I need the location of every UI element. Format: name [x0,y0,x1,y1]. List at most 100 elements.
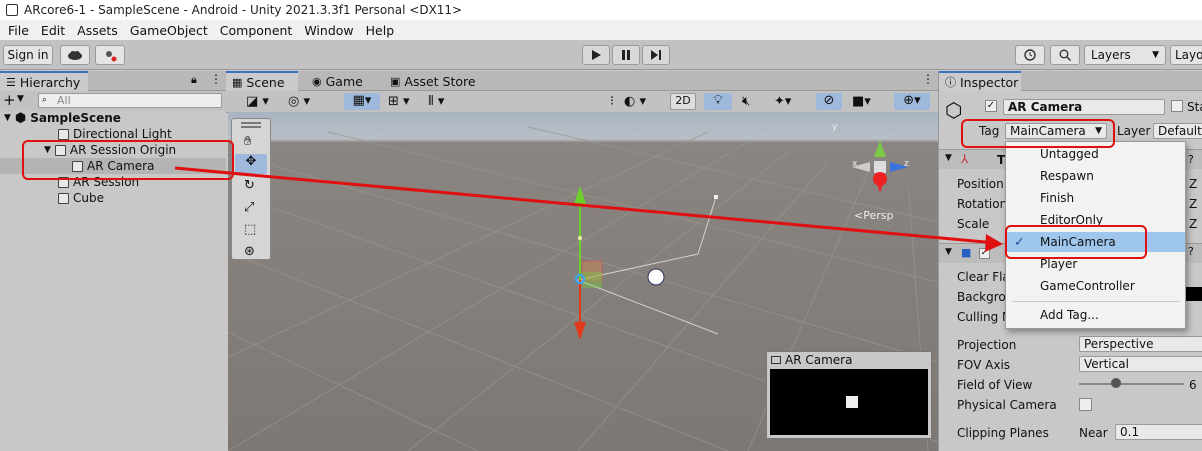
menu-help[interactable]: Help [360,23,401,38]
position-label: Position [957,177,1004,191]
rotate-tool-icon[interactable]: ↻ [244,178,255,193]
add-icon[interactable]: + [3,91,16,109]
active-checkbox[interactable]: ✓ [985,100,997,112]
add-tag-option[interactable]: Add Tag... [1006,305,1185,325]
collab-icon [106,51,117,62]
camera-preview: AR Camera [766,351,932,439]
rotation-label: Rotation [957,197,1008,211]
lighting-icon[interactable]: 💡︎ [704,93,732,110]
shading-mode-icon[interactable]: ◐ ▾ [624,94,646,109]
main-toolbar: Sign in Layers ▼ Layo [0,40,1202,70]
hierarchy-panel: ☰ Hierarchy 🔒︎ ⋮ + ▼ All ⌕ ▼ ⬢ SampleSce… [0,71,226,451]
gameobject-cube-icon [58,192,69,204]
window-title: ARcore6-1 - SampleScene - Android - Unit… [24,3,463,17]
render-mode-icon[interactable]: ◎ ▾ [288,94,310,109]
layout-dropdown[interactable]: Layo [1170,45,1202,65]
tab-scene[interactable]: ▦ Scene [226,71,298,91]
projection-dropdown[interactable]: Perspective [1079,336,1202,352]
play-button[interactable] [582,45,610,65]
camera-settings-icon[interactable]: ■▾ [852,94,871,109]
tab-hierarchy[interactable]: ☰ Hierarchy [0,71,88,91]
snap-settings-icon[interactable]: ⦀ ▾ [428,94,444,109]
search-button[interactable] [1050,45,1080,65]
effects-icon[interactable]: ✦▾ [774,94,791,109]
position-z-label: Z [1189,177,1198,191]
menu-window[interactable]: Window [298,23,359,38]
lock-icon[interactable]: 🔒︎ [191,73,197,87]
scale-z-label: Z [1189,217,1198,231]
hierarchy-search-input[interactable]: All [38,93,222,108]
step-button[interactable] [642,45,670,65]
annotation-box-hierarchy [22,140,234,180]
snap-increment-icon[interactable]: ⊞ ▾ [388,94,410,109]
menu-gameobject[interactable]: GameObject [124,23,214,38]
layer-label: Layer [1117,124,1151,138]
layers-label: Layers [1091,48,1131,62]
scene-toolbar: ◪ ▾ ◎ ▾ ▦▾ ⊞ ▾ ⦀ ▾ ⁝ ◐ ▾ 2D 💡︎ 🔇︎ ✦▾ ⊘ ■… [226,91,938,113]
tag-option-finish[interactable]: Finish [1006,188,1185,208]
pause-button[interactable] [612,45,640,65]
list-icon: ☰ [6,75,16,89]
layers-dropdown[interactable]: Layers ▼ [1084,45,1166,65]
rect-tool-icon[interactable]: ⬚ [244,222,256,237]
pin-icon[interactable]: ⁝ [610,94,614,109]
inspector-tabstrip: ⓘ Inspector [939,71,1202,91]
menu-component[interactable]: Component [214,23,299,38]
camera-enabled-checkbox[interactable]: ✓ [979,248,990,259]
kebab-menu-icon[interactable]: ⋮ [922,72,934,86]
menu-file[interactable]: File [2,23,35,38]
step-icon [651,50,661,60]
transform-tool-icon[interactable]: ⊛ [244,244,255,259]
tag-option-gamecontroller[interactable]: GameController [1006,276,1185,296]
physical-camera-checkbox[interactable] [1079,398,1092,411]
cloud-icon [68,51,82,60]
tab-inspector[interactable]: ⓘ Inspector [939,71,1021,91]
persp-label[interactable]: <Persp [854,209,893,222]
help-icon[interactable]: ? [1188,153,1194,166]
cloud-button[interactable] [60,45,90,65]
2d-toggle-button[interactable]: 2D [670,93,696,110]
chevron-down-icon: ▼ [945,247,952,257]
menu-assets[interactable]: Assets [71,23,124,38]
tab-game[interactable]: ◉ Game [306,71,369,91]
rotation-z-label: Z [1189,197,1198,211]
chevron-down-icon[interactable]: ▼ [17,94,24,104]
fov-value[interactable]: 6 [1189,378,1197,392]
grid-snap-icon[interactable]: ▦▾ [344,93,380,110]
axis-z-label: z [904,159,909,169]
fov-slider-track[interactable] [1079,383,1184,385]
menu-edit[interactable]: Edit [35,23,71,38]
hidden-objects-icon[interactable]: ⊘ [816,93,842,110]
move-tool-icon[interactable]: ✥ [235,154,267,174]
object-name-field[interactable]: AR Camera [1003,99,1165,115]
collab-button[interactable] [95,45,125,65]
layer-dropdown[interactable]: Default [1153,123,1202,139]
kebab-menu-icon[interactable]: ⋮ [210,72,222,86]
fov-axis-dropdown[interactable]: Vertical [1079,356,1202,372]
audio-mute-icon[interactable]: 🔇︎ [742,94,750,109]
near-field[interactable]: 0.1 [1115,424,1202,440]
hierarchy-item-cube[interactable]: Cube [58,190,104,206]
hand-tool-icon[interactable]: ✋︎ [244,134,251,149]
history-button[interactable] [1015,45,1045,65]
camera-preview-header: AR Camera [767,352,931,368]
background-color-swatch[interactable] [1185,287,1202,301]
tag-option-respawn[interactable]: Respawn [1006,166,1185,186]
sign-in-button[interactable]: Sign in [3,45,53,65]
hierarchy-item-samplescene[interactable]: ▼ ⬢ SampleScene [4,110,121,126]
tab-asset-store[interactable]: ▣ Asset Store [384,71,482,91]
gameobject-cube-icon: ⬡ [945,98,963,122]
fov-slider-handle[interactable] [1111,378,1121,388]
camera-icon: ■ [961,246,972,259]
physical-camera-label: Physical Camera [957,398,1057,412]
tab-scene-label: Scene [246,74,285,90]
help-icon[interactable]: ? [1188,245,1194,258]
field-of-view-label: Field of View [957,378,1033,392]
static-checkbox[interactable] [1171,100,1183,112]
scale-tool-icon[interactable]: ⤢ [244,200,254,215]
clipping-planes-label: Clipping Planes [957,426,1049,440]
search-icon: ⌕ [42,95,48,105]
drag-handle[interactable] [241,122,261,124]
gizmos-icon[interactable]: ⊕▾ [894,93,930,110]
draw-mode-icon[interactable]: ◪ ▾ [246,94,269,109]
